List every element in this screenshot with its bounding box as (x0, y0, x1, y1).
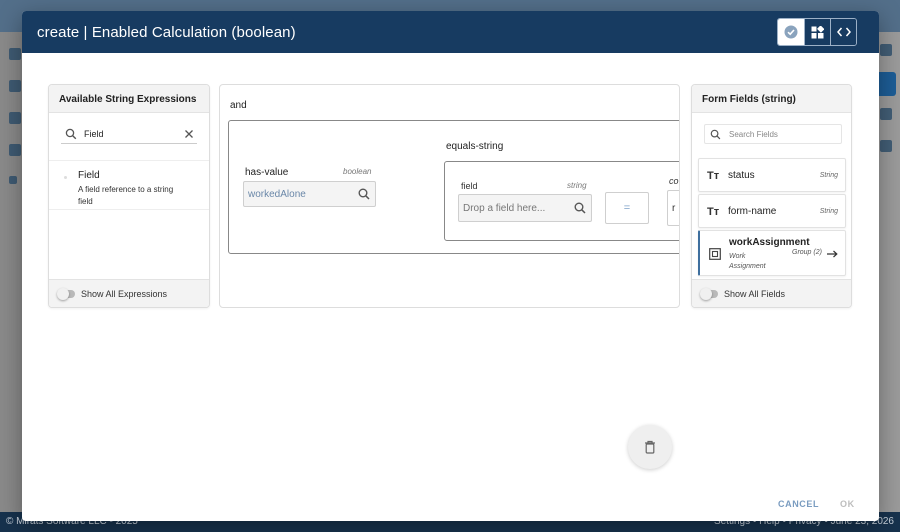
show-all-fields-row[interactable]: Show All Fields (692, 279, 851, 307)
drag-dot-icon (64, 176, 67, 179)
field-type: String (819, 172, 838, 179)
group-icon (709, 248, 721, 260)
dialog-header: create | Enabled Calculation (boolean) (22, 11, 879, 53)
field-name: status (728, 170, 755, 181)
delete-button[interactable] (628, 425, 672, 469)
code-icon (836, 27, 851, 37)
background-copy-icon (880, 140, 892, 152)
background-gear-icon (9, 144, 21, 156)
field-type: String (819, 208, 838, 215)
blocks-icon (811, 25, 824, 38)
arrow-right-icon[interactable] (827, 250, 838, 258)
background-puzzle-icon (9, 112, 21, 124)
field-item-form-name[interactable]: Tт form-name String (698, 194, 846, 228)
field-search-input[interactable]: Search Fields (729, 130, 841, 139)
expression-name: Field (78, 170, 100, 181)
calculation-dialog: create | Enabled Calculation (boolean) A… (22, 11, 879, 521)
equals-string-label: equals-string (446, 141, 504, 152)
code-mode-button[interactable] (830, 19, 856, 45)
and-operator-label: and (230, 100, 247, 111)
dialog-workspace: Available String Expressions Field Field… (22, 53, 879, 521)
ok-button[interactable]: OK (840, 499, 855, 509)
group-field-name: workAssignment (729, 237, 810, 248)
clear-search-icon[interactable] (184, 129, 194, 139)
show-all-expressions-toggle[interactable] (57, 287, 75, 300)
equals-string-block[interactable]: field string Drop a field here... = co r (444, 161, 679, 241)
available-expressions-panel: Available String Expressions Field Field… (48, 84, 210, 308)
expression-item-field[interactable]: Field A field reference to a string fiel… (49, 160, 209, 210)
expression-description: A field reference to a string field (78, 185, 174, 206)
field-drop-input[interactable]: Drop a field here... (458, 194, 592, 222)
form-fields-title: Form Fields (string) (692, 85, 851, 113)
field-drop-placeholder: Drop a field here... (463, 202, 546, 214)
has-value-field-input[interactable]: workedAlone (243, 181, 376, 207)
has-value-field-value: workedAlone (248, 188, 306, 200)
group-field-subtitle: Work Assignment (729, 253, 766, 270)
equals-operator-selector[interactable]: = (605, 192, 649, 224)
field-name: form-name (728, 206, 777, 217)
cancel-button[interactable]: CANCEL (778, 499, 819, 509)
field-item-status[interactable]: Tт status String (698, 158, 846, 192)
group-field-type: Group (2) (792, 249, 822, 256)
validate-mode-button[interactable] (778, 19, 804, 45)
form-fields-panel: Form Fields (string) Search Fields Tт st… (691, 84, 852, 308)
background-wrench-icon (880, 44, 892, 56)
field-item-work-assignment[interactable]: workAssignment Work Assignment Group (2) (698, 230, 846, 276)
available-expressions-title: Available String Expressions (49, 85, 209, 113)
compare-value-input[interactable]: r (667, 190, 679, 226)
blocks-mode-button[interactable] (804, 19, 830, 45)
show-all-expressions-row[interactable]: Show All Expressions (49, 279, 209, 307)
mode-toggle-group (777, 18, 857, 46)
search-icon[interactable] (569, 202, 591, 214)
text-type-icon: Tт (707, 206, 720, 218)
has-value-type: boolean (343, 167, 372, 176)
background-expand-icon (9, 176, 17, 184)
background-edit-icon (880, 108, 892, 120)
expression-search[interactable]: Field (61, 124, 197, 144)
has-value-label: has-value (245, 167, 289, 178)
field-slot-label: field (461, 181, 478, 191)
search-icon (710, 129, 721, 139)
compare-slot-label: co (669, 176, 679, 186)
compare-value-text: r (672, 202, 676, 214)
show-all-fields-label: Show All Fields (724, 288, 786, 299)
background-layers-icon (9, 48, 21, 60)
expression-search-input[interactable]: Field (84, 129, 184, 139)
and-expression-block[interactable]: has-value boolean workedAlone equals-str… (228, 120, 679, 254)
field-search[interactable]: Search Fields (704, 124, 842, 144)
expression-canvas: and has-value boolean workedAlone equals… (219, 84, 680, 308)
trash-icon (645, 440, 655, 454)
text-type-icon: Tт (707, 170, 720, 182)
field-slot-type: string (567, 181, 587, 190)
check-circle-icon (784, 25, 798, 39)
show-all-fields-toggle[interactable] (700, 287, 718, 300)
dialog-title: create | Enabled Calculation (boolean) (37, 23, 296, 41)
search-icon (65, 128, 77, 139)
show-all-expressions-label: Show All Expressions (81, 288, 168, 299)
search-icon[interactable] (353, 188, 375, 200)
background-apps-icon (9, 80, 21, 92)
